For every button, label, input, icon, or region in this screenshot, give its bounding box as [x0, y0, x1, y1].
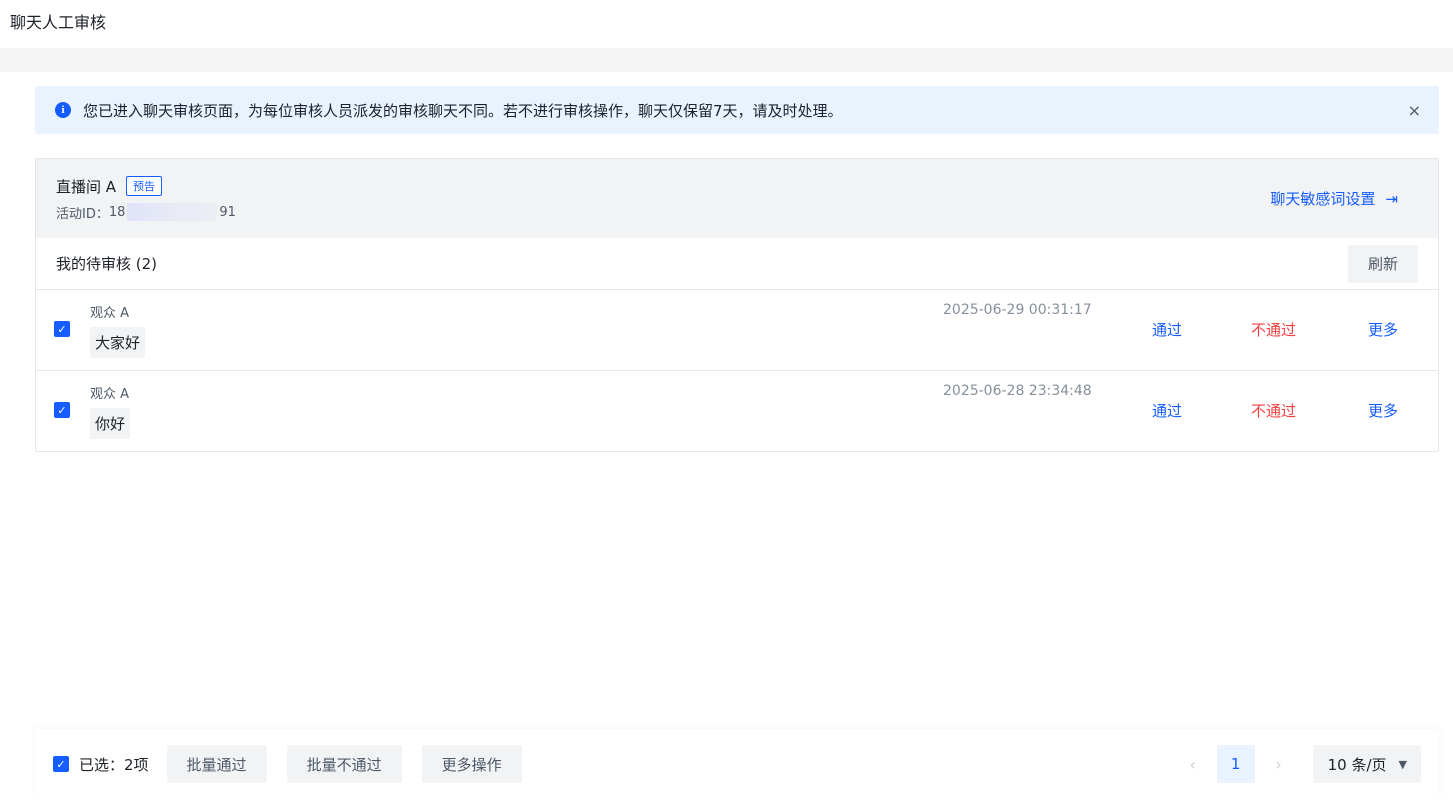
more-actions-button[interactable]: 更多操作 [421, 745, 522, 783]
activity-id-suffix: 91 [219, 204, 236, 220]
external-link-icon: ⇥ [1385, 189, 1398, 208]
viewer-name: 观众 A [90, 387, 130, 402]
page-size-value: 10 条/页 [1327, 755, 1387, 774]
pending-title: 我的待审核 (2) [56, 255, 158, 273]
page-title: 聊天人工审核 [10, 13, 107, 32]
next-page-icon[interactable]: › [1263, 755, 1295, 774]
refresh-button[interactable]: 刷新 [1347, 244, 1418, 283]
more-button[interactable]: 更多 [1368, 400, 1398, 421]
activity-id-label: 活动ID： [56, 206, 109, 222]
more-button[interactable]: 更多 [1368, 319, 1398, 340]
message-time: 2025-06-29 00:31:17 [943, 302, 1092, 318]
pagination: ‹ 1 › 10 条/页 ▼ [1177, 745, 1421, 783]
room-info: 直播间 A 预告 活动ID： 18 91 [56, 176, 236, 222]
viewer-name: 观众 A [90, 306, 130, 321]
redacted-id [127, 203, 218, 221]
header-divider [0, 48, 1453, 72]
info-banner: i 您已进入聊天审核页面，为每位审核人员派发的审核聊天不同。若不进行审核操作，聊… [35, 86, 1439, 134]
room-header: 直播间 A 预告 活动ID： 18 91 聊天敏感词设置 ⇥ [36, 159, 1438, 238]
room-name: 直播间 A [56, 177, 117, 196]
status-badge: 预告 [126, 176, 163, 196]
reject-button[interactable]: 不通过 [1251, 400, 1296, 421]
message-time: 2025-06-28 23:34:48 [943, 383, 1092, 399]
close-icon[interactable]: × [1408, 101, 1421, 120]
row-checkbox[interactable]: ✓ [54, 402, 70, 418]
batch-reject-button[interactable]: 批量不通过 [286, 745, 402, 783]
chat-message: 大家好 [90, 327, 146, 358]
batch-approve-button[interactable]: 批量通过 [166, 745, 267, 783]
table-row: ✓ 观众 A 你好 2025-06-28 23:34:48 通过 不通过 更多 [36, 371, 1438, 452]
banner-text: 您已进入聊天审核页面，为每位审核人员派发的审核聊天不同。若不进行审核操作，聊天仅… [83, 101, 843, 120]
reject-button[interactable]: 不通过 [1251, 319, 1296, 340]
room-title: 直播间 A 预告 [56, 176, 236, 197]
pending-header: 我的待审核 (2) 刷新 [36, 238, 1438, 290]
chat-message: 你好 [90, 408, 131, 439]
row-checkbox[interactable]: ✓ [54, 321, 70, 337]
table-row: ✓ 观众 A 大家好 2025-06-29 00:31:17 通过 不通过 更多 [36, 290, 1438, 371]
prev-page-icon[interactable]: ‹ [1177, 755, 1209, 774]
bulk-action-bar: ✓ 已选：2项 批量通过 批量不通过 更多操作 ‹ 1 › 10 条/页 ▼ [35, 729, 1439, 799]
activity-id-prefix: 18 [108, 204, 126, 220]
select-all-checkbox[interactable]: ✓ [53, 756, 69, 772]
page-size-select[interactable]: 10 条/页 ▼ [1312, 745, 1421, 783]
review-panel: 直播间 A 预告 活动ID： 18 91 聊天敏感词设置 ⇥ 我的待审核 (2)… [35, 158, 1439, 452]
sensitive-words-settings-label: 聊天敏感词设置 [1270, 190, 1376, 208]
page-number[interactable]: 1 [1216, 745, 1255, 783]
approve-button[interactable]: 通过 [1152, 319, 1182, 340]
selected-count: 已选：2项 [79, 755, 149, 774]
info-icon: i [55, 102, 71, 118]
sensitive-words-settings-link[interactable]: 聊天敏感词设置 ⇥ [1270, 188, 1398, 209]
activity-id: 活动ID： 18 91 [56, 203, 236, 222]
page-header: 聊天人工审核 [0, 0, 1453, 48]
chevron-down-icon: ▼ [1398, 757, 1407, 771]
approve-button[interactable]: 通过 [1152, 400, 1182, 421]
